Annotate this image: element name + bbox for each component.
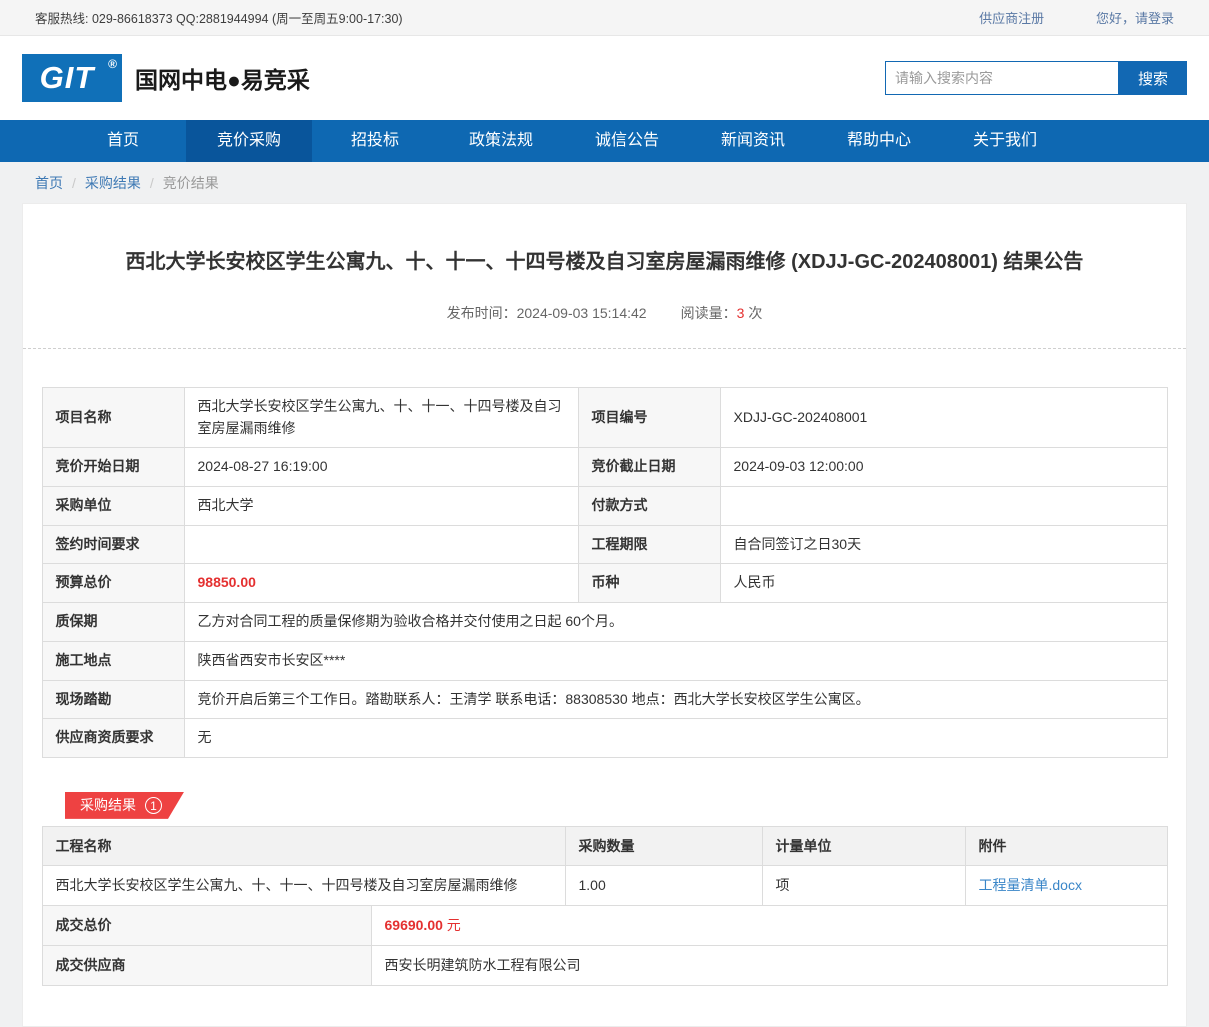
site-name: 国网中电●易竞采 (135, 61, 310, 95)
attachment-link[interactable]: 工程量清单.docx (979, 877, 1082, 893)
nav-item-news[interactable]: 新闻资讯 (690, 120, 816, 162)
breadcrumb-home[interactable]: 首页 (35, 175, 63, 191)
column-header-quantity: 采购数量 (565, 826, 762, 865)
detail-value (720, 487, 1167, 526)
views-count: 3 (737, 305, 745, 321)
detail-label: 币种 (578, 564, 720, 603)
nav-item-policy[interactable]: 政策法规 (438, 120, 564, 162)
detail-value (184, 525, 578, 564)
detail-value: XDJJ-GC-202408001 (720, 388, 1167, 448)
breadcrumb-separator: / (150, 175, 154, 191)
detail-label: 竞价开始日期 (42, 448, 184, 487)
detail-label: 工程期限 (578, 525, 720, 564)
main-nav: 首页 竞价采购 招投标 政策法规 诚信公告 新闻资讯 帮助中心 关于我们 (0, 120, 1209, 162)
table-row: 签约时间要求 工程期限 自合同签订之日30天 (42, 525, 1167, 564)
supplier-register-link[interactable]: 供应商注册 (979, 11, 1044, 26)
nav-item-integrity[interactable]: 诚信公告 (564, 120, 690, 162)
search-input[interactable] (885, 61, 1119, 95)
result-project-name: 西北大学长安校区学生公寓九、十、十一、十四号楼及自习室房屋漏雨维修 (42, 865, 565, 905)
divider (23, 348, 1186, 349)
content-card: 西北大学长安校区学生公寓九、十、十一、十四号楼及自习室房屋漏雨维修 (XDJJ-… (22, 203, 1187, 1027)
result-unit: 项 (762, 865, 965, 905)
topbar-links: 供应商注册 您好，请登录 (931, 8, 1174, 27)
detail-label: 采购单位 (42, 487, 184, 526)
badge-count: 1 (145, 797, 162, 814)
nav-item-home[interactable]: 首页 (60, 120, 186, 162)
logo-text: GIT (40, 60, 105, 96)
detail-label: 签约时间要求 (42, 525, 184, 564)
table-row: 施工地点 陕西省西安市长安区**** (42, 641, 1167, 680)
table-row: 质保期 乙方对合同工程的质量保修期为验收合格并交付使用之日起 60个月。 (42, 603, 1167, 642)
deal-total-amount: 69690.00 (385, 917, 443, 933)
publish-time-value: 2024-09-03 15:14:42 (517, 305, 647, 321)
detail-label: 付款方式 (578, 487, 720, 526)
purchase-result-table: 工程名称 采购数量 计量单位 附件 西北大学长安校区学生公寓九、十、十一、十四号… (42, 826, 1168, 906)
article-meta: 发布时间：2024-09-03 15:14:42 阅读量：3次 (23, 276, 1186, 348)
table-row: 项目名称 西北大学长安校区学生公寓九、十、十一、十四号楼及自习室房屋漏雨维修 项… (42, 388, 1167, 448)
table-header-row: 工程名称 采购数量 计量单位 附件 (42, 826, 1167, 865)
deal-summary-table: 成交总价 69690.00 元 成交供应商 西安长明建筑防水工程有限公司 (42, 905, 1168, 986)
nav-item-about[interactable]: 关于我们 (942, 120, 1068, 162)
detail-label: 项目编号 (578, 388, 720, 448)
detail-value: 自合同签订之日30天 (720, 525, 1167, 564)
top-utility-bar: 客服热线: 029-86618373 QQ:2881944994 (周一至周五9… (0, 0, 1209, 36)
detail-label: 预算总价 (42, 564, 184, 603)
project-details-table: 项目名称 西北大学长安校区学生公寓九、十、十一、十四号楼及自习室房屋漏雨维修 项… (42, 387, 1168, 758)
table-row: 成交供应商 西安长明建筑防水工程有限公司 (42, 945, 1167, 985)
service-hotline: 客服热线: 029-86618373 QQ:2881944994 (周一至周五9… (35, 8, 403, 27)
column-header-attachment: 附件 (965, 826, 1167, 865)
deal-total-label: 成交总价 (42, 905, 371, 945)
site-logo[interactable]: GIT ® (22, 54, 122, 102)
breadcrumb-current: 竞价结果 (163, 175, 219, 191)
purchase-result-badge: 采购结果 1 (65, 792, 184, 819)
deal-supplier-value: 西安长明建筑防水工程有限公司 (371, 945, 1167, 985)
table-row: 预算总价 98850.00 币种 人民币 (42, 564, 1167, 603)
deal-total-value: 69690.00 元 (371, 905, 1167, 945)
page-title: 西北大学长安校区学生公寓九、十、十一、十四号楼及自习室房屋漏雨维修 (XDJJ-… (23, 204, 1186, 276)
budget-total-value: 98850.00 (184, 564, 578, 603)
breadcrumb-separator: / (72, 175, 76, 191)
detail-label: 竞价截止日期 (578, 448, 720, 487)
detail-label: 质保期 (42, 603, 184, 642)
detail-value: 竞价开启后第三个工作日。踏勘联系人：王清学 联系电话：88308530 地点：西… (184, 680, 1167, 719)
registered-trademark-icon: ® (108, 57, 117, 71)
detail-value: 2024-09-03 12:00:00 (720, 448, 1167, 487)
breadcrumb-purchase-results[interactable]: 采购结果 (85, 175, 141, 191)
detail-label: 施工地点 (42, 641, 184, 680)
nav-item-tender[interactable]: 招投标 (312, 120, 438, 162)
login-link[interactable]: 您好，请登录 (1096, 11, 1174, 26)
badge-label: 采购结果 (80, 795, 136, 815)
table-row: 成交总价 69690.00 元 (42, 905, 1167, 945)
table-row: 竞价开始日期 2024-08-27 16:19:00 竞价截止日期 2024-0… (42, 448, 1167, 487)
detail-value: 人民币 (720, 564, 1167, 603)
table-row: 供应商资质要求 无 (42, 719, 1167, 758)
detail-value: 乙方对合同工程的质量保修期为验收合格并交付使用之日起 60个月。 (184, 603, 1167, 642)
search-button[interactable]: 搜索 (1119, 61, 1187, 95)
detail-label: 现场踏勘 (42, 680, 184, 719)
table-row: 西北大学长安校区学生公寓九、十、十一、十四号楼及自习室房屋漏雨维修 1.00 项… (42, 865, 1167, 905)
detail-value: 西北大学 (184, 487, 578, 526)
table-row: 采购单位 西北大学 付款方式 (42, 487, 1167, 526)
site-header: GIT ® 国网中电●易竞采 搜索 (0, 36, 1209, 120)
table-row: 现场踏勘 竞价开启后第三个工作日。踏勘联系人：王清学 联系电话：88308530… (42, 680, 1167, 719)
detail-label: 项目名称 (42, 388, 184, 448)
detail-value: 2024-08-27 16:19:00 (184, 448, 578, 487)
deal-supplier-label: 成交供应商 (42, 945, 371, 985)
views-label: 阅读量： (681, 305, 737, 321)
breadcrumb: 首页 / 采购结果 / 竞价结果 (0, 162, 1209, 203)
search-bar: 搜索 (885, 61, 1187, 95)
publish-time-label: 发布时间： (447, 305, 517, 321)
nav-item-help[interactable]: 帮助中心 (816, 120, 942, 162)
column-header-project-name: 工程名称 (42, 826, 565, 865)
detail-value: 无 (184, 719, 1167, 758)
detail-label: 供应商资质要求 (42, 719, 184, 758)
column-header-unit: 计量单位 (762, 826, 965, 865)
views-unit: 次 (748, 305, 762, 321)
detail-value: 西北大学长安校区学生公寓九、十、十一、十四号楼及自习室房屋漏雨维修 (184, 388, 578, 448)
detail-value: 陕西省西安市长安区**** (184, 641, 1167, 680)
result-quantity: 1.00 (565, 865, 762, 905)
nav-item-bidding-purchase[interactable]: 竞价采购 (186, 120, 312, 162)
deal-total-unit: 元 (447, 917, 461, 933)
